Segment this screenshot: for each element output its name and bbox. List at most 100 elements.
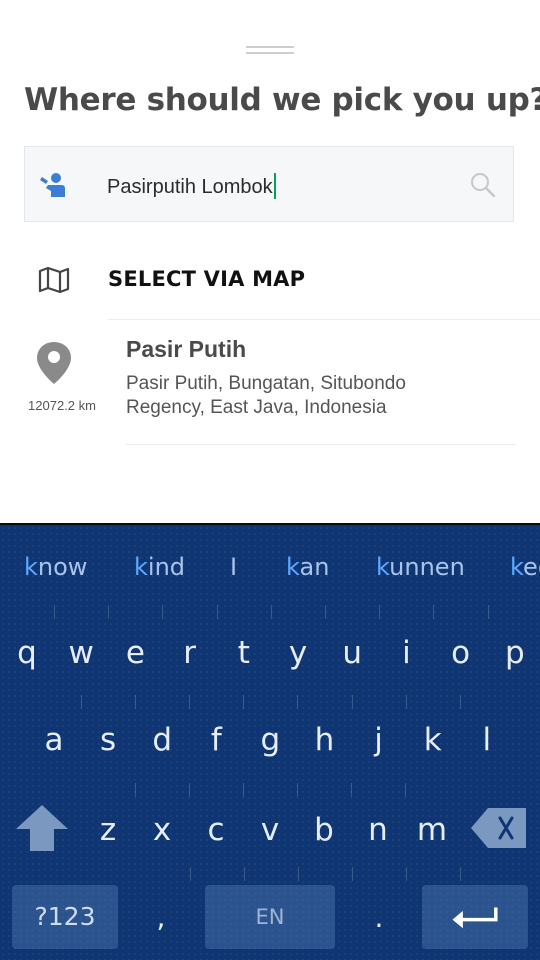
suggestion-prefix: k xyxy=(376,553,390,581)
key-separator xyxy=(297,783,298,797)
key-w[interactable]: w xyxy=(54,635,108,671)
drag-handle[interactable] xyxy=(246,46,294,56)
search-field[interactable]: Pasirputih Lombok xyxy=(24,146,514,222)
key-separator xyxy=(351,695,353,709)
backspace-key[interactable] xyxy=(468,805,530,851)
key-u[interactable]: u xyxy=(325,635,379,671)
key-separator xyxy=(297,695,299,709)
key-separator xyxy=(405,783,406,797)
suggestion-prefix: k xyxy=(510,553,524,581)
suggestion-item[interactable]: kan xyxy=(286,553,329,581)
key-separator xyxy=(243,695,245,709)
symbols-key[interactable]: ?123 xyxy=(12,885,118,949)
pickup-sheet: Where should we pick you up? Pasirputih … xyxy=(0,0,540,523)
key-x[interactable]: x xyxy=(135,812,189,848)
select-via-map-button[interactable]: SELECT VIA MAP xyxy=(0,248,540,314)
key-separator xyxy=(270,605,272,619)
key-d[interactable]: d xyxy=(135,722,189,758)
key-separator xyxy=(298,867,299,881)
key-separator xyxy=(243,783,244,797)
key-separator xyxy=(190,867,191,881)
key-a[interactable]: a xyxy=(27,722,81,758)
suggestion-item[interactable]: kunnen xyxy=(376,553,465,581)
map-icon xyxy=(38,266,70,294)
suggestion-prefix: k xyxy=(134,553,148,581)
divider xyxy=(126,444,516,445)
enter-key[interactable] xyxy=(422,885,528,949)
key-separator xyxy=(108,605,110,619)
key-separator xyxy=(379,605,381,619)
key-separator xyxy=(405,695,407,709)
suggestion-item[interactable]: know xyxy=(24,553,87,581)
key-separator xyxy=(352,867,353,881)
key-z[interactable]: z xyxy=(81,812,135,848)
key-s[interactable]: s xyxy=(81,722,135,758)
key-c[interactable]: c xyxy=(189,812,243,848)
suggestion-rest: now xyxy=(37,553,88,581)
key-separator xyxy=(162,605,164,619)
search-input[interactable]: Pasirputih Lombok xyxy=(107,173,276,199)
suggestion-rest: ee xyxy=(523,553,540,581)
key-v[interactable]: v xyxy=(243,812,297,848)
key-separator xyxy=(244,867,245,881)
suggestion-rest: I xyxy=(230,553,238,581)
location-pin-icon xyxy=(37,342,71,384)
person-pin-icon xyxy=(40,173,65,197)
key-separator xyxy=(325,605,326,619)
key-separator xyxy=(135,695,137,709)
enter-icon xyxy=(452,907,498,929)
key-separator xyxy=(135,783,136,797)
suggestion-rest: unnen xyxy=(389,553,465,581)
place-address: Pasir Putih, Bungatan, Situbondo Regency… xyxy=(126,373,406,418)
suggestion-rest: ind xyxy=(147,553,186,581)
page-title: Where should we pick you up? xyxy=(24,82,540,118)
key-h[interactable]: h xyxy=(298,722,352,758)
key-separator xyxy=(487,605,489,619)
key-separator xyxy=(216,605,218,619)
key-e[interactable]: e xyxy=(108,635,162,671)
suggestion-rest: an xyxy=(299,553,330,581)
distance-label: 12072.2 km xyxy=(28,398,96,413)
key-separator xyxy=(433,605,435,619)
suggestion-item[interactable]: kee xyxy=(510,553,540,581)
key-m[interactable]: m xyxy=(405,812,459,848)
key-separator xyxy=(459,695,461,709)
key-separator xyxy=(189,695,191,709)
list-item[interactable]: 12072.2 km Pasir Putih Pasir Putih, Bung… xyxy=(0,322,540,442)
key-i[interactable]: i xyxy=(379,635,433,671)
key-g[interactable]: g xyxy=(243,722,297,758)
key-f[interactable]: f xyxy=(189,722,243,758)
key-separator xyxy=(189,783,190,797)
divider xyxy=(108,319,540,320)
key-l[interactable]: l xyxy=(460,722,514,758)
search-icon[interactable] xyxy=(469,171,497,199)
key-r[interactable]: r xyxy=(163,635,217,671)
suggestion-prefix: k xyxy=(286,553,300,581)
suggestion-bar: know kind I kan kunnen kee xyxy=(0,525,540,609)
period-key[interactable]: . xyxy=(352,901,406,934)
key-q[interactable]: q xyxy=(0,635,54,671)
key-b[interactable]: b xyxy=(297,812,351,848)
key-separator xyxy=(54,605,55,619)
key-separator xyxy=(460,867,461,881)
key-y[interactable]: y xyxy=(271,635,325,671)
search-input-value: Pasirputih Lombok xyxy=(107,176,273,198)
shift-key[interactable] xyxy=(14,803,70,853)
key-k[interactable]: k xyxy=(406,722,460,758)
suggestion-prefix: k xyxy=(24,553,38,581)
select-via-map-label: SELECT VIA MAP xyxy=(108,267,306,291)
place-name: Pasir Putih xyxy=(126,336,247,362)
key-separator xyxy=(351,783,352,797)
suggestion-item[interactable]: I xyxy=(230,553,237,581)
space-key[interactable]: EN xyxy=(205,885,335,949)
key-o[interactable]: o xyxy=(434,635,488,671)
key-separator xyxy=(81,695,82,709)
key-j[interactable]: j xyxy=(352,722,406,758)
text-caret xyxy=(273,173,276,199)
soft-keyboard: know kind I kan kunnen kee qwertyuiop as… xyxy=(0,523,540,960)
key-p[interactable]: p xyxy=(488,635,540,671)
comma-key[interactable]: , xyxy=(134,901,188,934)
suggestion-item[interactable]: kind xyxy=(134,553,185,581)
key-n[interactable]: n xyxy=(351,812,405,848)
key-t[interactable]: t xyxy=(217,635,271,671)
